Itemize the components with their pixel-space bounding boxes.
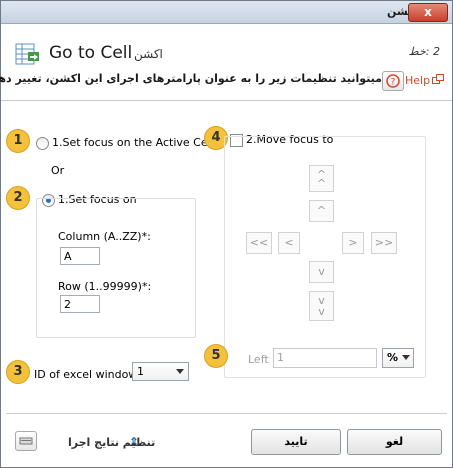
unit-value: % <box>387 351 399 364</box>
or-label: Or <box>51 164 65 177</box>
set-focus-group <box>36 198 196 338</box>
footer-divider <box>6 413 447 414</box>
window-id-value: 1 <box>137 365 144 378</box>
move-far-right-button[interactable]: >> <box>371 232 397 254</box>
column-input[interactable]: A <box>60 247 100 265</box>
column-label: Column (A..ZZ)*: <box>58 230 151 243</box>
results-settings-button[interactable] <box>15 431 37 451</box>
row-input[interactable]: 2 <box>60 295 100 313</box>
left-input[interactable]: 1 <box>273 348 377 368</box>
window-id-label: ID of excel window: <box>34 368 141 381</box>
step-badge-5: 5 <box>204 344 228 368</box>
description-text: میتوانید تنظیمات زیر را به عنوان پارامتر… <box>0 72 382 85</box>
action-prefix: اکشن <box>134 47 163 61</box>
confirm-button[interactable]: تایید <box>251 429 341 455</box>
active-cell-radio[interactable] <box>36 137 49 150</box>
left-label: Left <box>248 353 269 366</box>
popout-icon[interactable] <box>432 74 444 84</box>
row-label: Row (1..99999)*: <box>58 280 152 293</box>
step-badge-1: 1 <box>6 129 30 153</box>
move-top-button[interactable]: ^ ^ <box>309 165 334 192</box>
move-left-button[interactable]: < <box>278 232 300 254</box>
action-name: Go to Cell <box>49 43 133 63</box>
move-bottom-button[interactable]: v v <box>309 291 334 321</box>
help-icon: ? <box>386 74 400 88</box>
results-settings-link[interactable]: تنظیم نتایج اجرا <box>68 436 155 449</box>
window-id-select[interactable]: 1 <box>132 362 189 381</box>
help-button[interactable]: ? <box>382 71 404 91</box>
tray-icon <box>19 437 33 445</box>
close-button[interactable]: x <box>408 3 448 22</box>
chevron-down-icon <box>402 355 410 360</box>
active-cell-label: 1.Set focus on the Active Cell <box>52 136 214 149</box>
help-link[interactable]: Help <box>405 74 430 87</box>
step-badge-3: 3 <box>6 360 30 384</box>
chevron-down-icon <box>176 369 184 374</box>
cancel-button[interactable]: لغو <box>347 429 442 455</box>
move-down-button[interactable]: v <box>309 261 334 283</box>
move-up-button[interactable]: ^ <box>309 200 334 222</box>
dialog-window: درج اکشن x Go to Cell اکشن 2 :خط ? Help … <box>0 0 453 468</box>
title-bar: درج اکشن x <box>1 1 452 24</box>
move-far-left-button[interactable]: << <box>246 232 272 254</box>
step-badge-2: 2 <box>6 186 30 210</box>
move-right-button[interactable]: > <box>342 232 364 254</box>
excel-grid-icon <box>15 43 39 65</box>
line-number-label: 2 :خط <box>408 45 440 58</box>
svg-text:?: ? <box>391 78 396 88</box>
unit-select[interactable]: % <box>382 348 414 368</box>
